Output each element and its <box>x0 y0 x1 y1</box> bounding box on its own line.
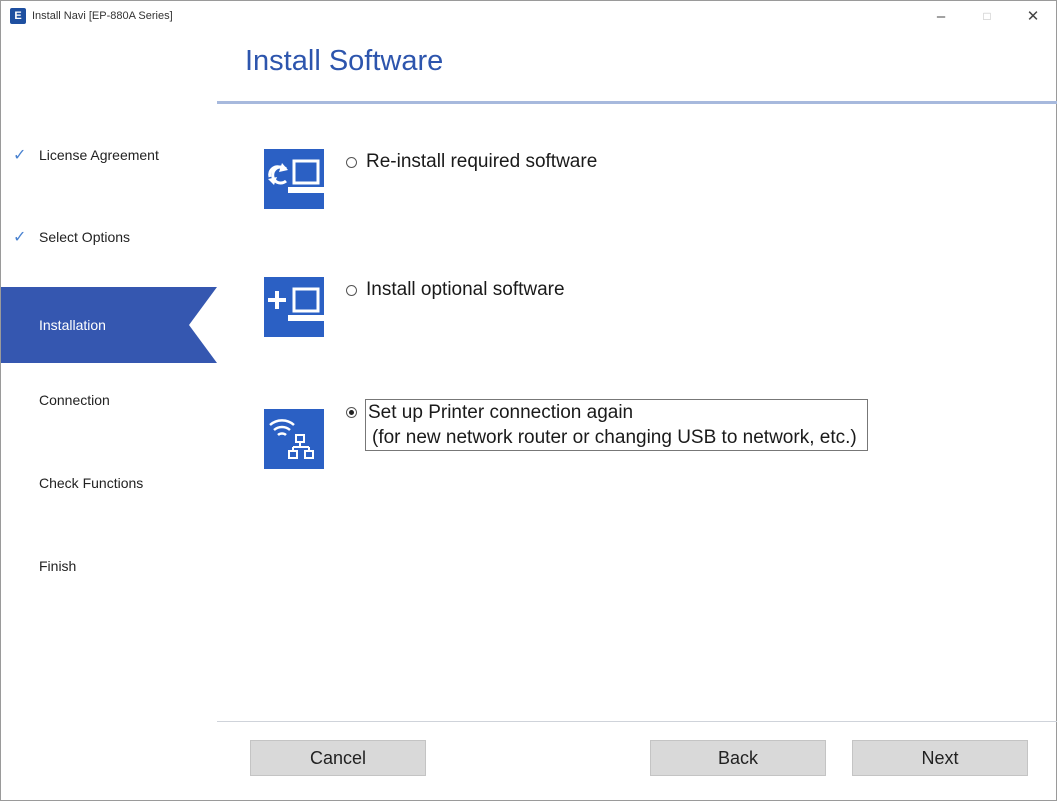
step-label: Connection <box>39 392 110 408</box>
option-sublabel: (for new network router or changing USB … <box>372 427 857 448</box>
installer-window: E Install Navi [EP-880A Series] – □ ✕ ✓ … <box>0 0 1057 801</box>
window-controls: – □ ✕ <box>918 1 1056 31</box>
option-label: Install optional software <box>366 279 565 300</box>
step-label: Check Functions <box>39 475 144 491</box>
option-setup-connection[interactable]: Set up Printer connection again (for new… <box>264 399 868 469</box>
active-step-pointer <box>189 287 217 363</box>
header-divider <box>217 101 1057 104</box>
page-title: Install Software <box>245 45 444 77</box>
step-label: Installation <box>39 317 106 333</box>
step-finish: Finish <box>1 528 217 604</box>
option-label: Set up Printer connection again (for new… <box>365 399 868 451</box>
checkmark-icon: ✓ <box>13 147 27 164</box>
step-license-agreement: ✓ License Agreement <box>1 117 217 193</box>
close-button[interactable]: ✕ <box>1010 1 1056 31</box>
footer-divider <box>217 721 1057 722</box>
option-install-optional[interactable]: Install optional software <box>264 277 565 337</box>
reinstall-computer-icon <box>264 149 324 209</box>
step-label: License Agreement <box>39 147 159 163</box>
step-sidebar: ✓ License Agreement ✓ Select Options Ins… <box>1 31 217 801</box>
radio-button[interactable] <box>346 157 357 168</box>
cancel-button[interactable]: Cancel <box>250 740 426 776</box>
option-label: Re-install required software <box>366 151 598 172</box>
option-title: Set up Printer connection again <box>368 402 634 423</box>
wifi-network-icon <box>264 409 324 469</box>
next-button[interactable]: Next <box>852 740 1028 776</box>
step-label: Select Options <box>39 229 131 245</box>
maximize-button[interactable]: □ <box>964 1 1010 31</box>
back-button[interactable]: Back <box>650 740 826 776</box>
minimize-button[interactable]: – <box>918 1 964 31</box>
title-bar: E Install Navi [EP-880A Series] – □ ✕ <box>1 1 1056 31</box>
option-reinstall[interactable]: Re-install required software <box>264 149 597 209</box>
app-logo-icon: E <box>10 8 26 24</box>
radio-button-selected[interactable] <box>346 407 357 418</box>
add-software-computer-icon <box>264 277 324 337</box>
checkmark-icon: ✓ <box>13 229 27 246</box>
radio-button[interactable] <box>346 285 357 296</box>
step-select-options: ✓ Select Options <box>1 199 217 275</box>
step-connection: Connection <box>1 362 217 438</box>
step-label: Finish <box>39 558 77 574</box>
window-title: Install Navi [EP-880A Series] <box>32 10 173 22</box>
step-check-functions: Check Functions <box>1 445 217 521</box>
step-installation: Installation <box>1 287 217 363</box>
